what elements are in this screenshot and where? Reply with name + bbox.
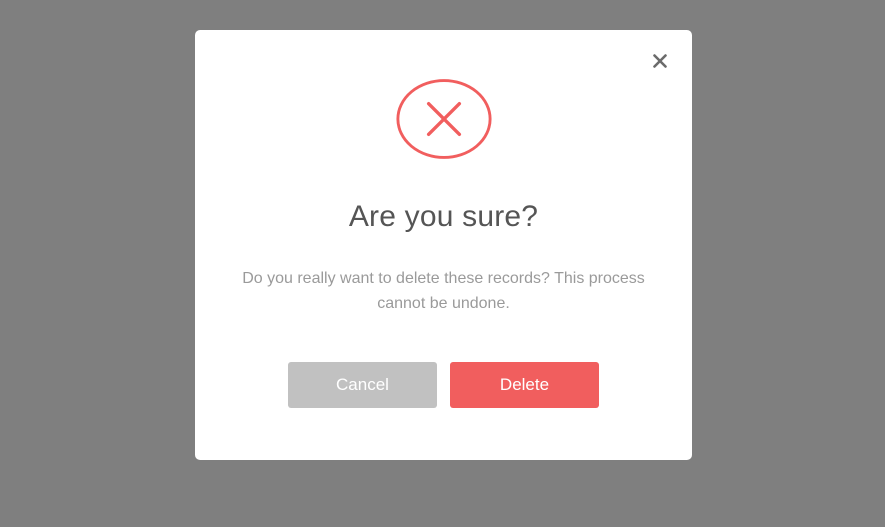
close-icon (653, 54, 667, 68)
x-circle-icon (395, 79, 492, 159)
cancel-button[interactable]: Cancel (288, 362, 437, 408)
close-button[interactable] (650, 51, 670, 71)
warning-icon-container (395, 78, 493, 160)
delete-button[interactable]: Delete (450, 362, 599, 408)
dialog-title: Are you sure? (348, 200, 539, 233)
confirm-delete-dialog: Are you sure? Do you really want to dele… (195, 30, 692, 460)
dialog-message: Do you really want to delete these recor… (242, 270, 645, 312)
